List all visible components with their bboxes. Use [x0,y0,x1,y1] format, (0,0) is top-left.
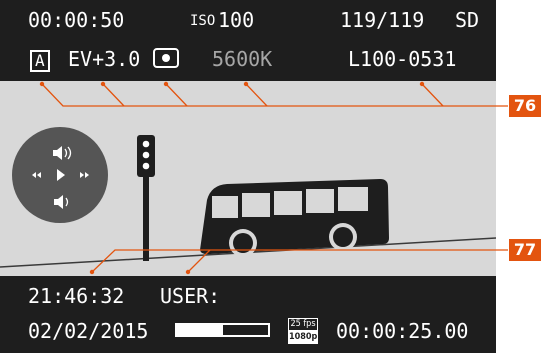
iso-label: ISO [190,13,216,29]
playback-progress-fill [177,325,223,335]
viewfinder-screen: 00:00:50 ISO 100 119/119 SD A EV+3.0 560… [0,0,496,353]
top-status-bar: 00:00:50 ISO 100 119/119 SD A EV+3.0 560… [0,0,496,81]
recording-time: 00:00:50 [28,8,125,32]
video-format-badge: 25 fps 1080p [288,318,318,344]
playback-control-pad[interactable] [12,127,108,223]
iso-value: 100 [218,8,255,32]
exposure-mode: A [30,50,50,72]
callout-label-77: 77 [509,239,541,261]
resolution: 1080p [289,331,318,343]
spot-metering-icon [153,48,179,68]
frame-rate: 25 fps [289,319,317,331]
bottom-status-bar: 21:46:32 USER: 02/02/2015 00:00:25.00 [0,276,496,353]
date: 02/02/2015 [28,319,149,343]
clock-time: 21:46:32 [28,284,125,308]
playback-progress-bar[interactable] [175,323,270,337]
user-profile: USER: [160,284,221,308]
shot-counter: 119/119 [340,8,425,32]
storage-card: SD [455,8,480,32]
elapsed-time: 00:00:25.00 [336,319,469,343]
traffic-light [137,135,155,261]
callout-label-76: 76 [509,95,541,117]
file-name: L100-0531 [348,47,457,71]
exposure-compensation: EV+3.0 [68,47,141,71]
white-balance: 5600K [212,47,273,71]
